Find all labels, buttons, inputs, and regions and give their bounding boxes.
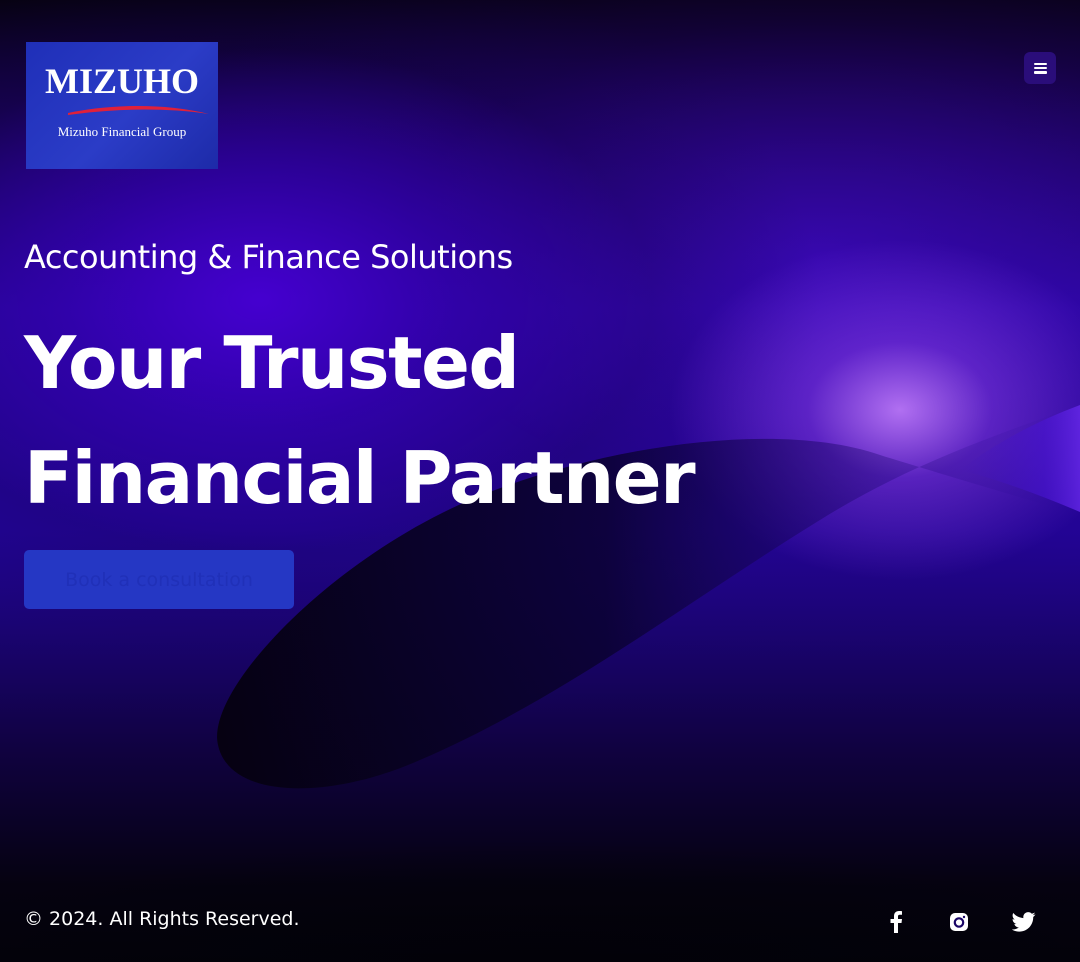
menu-button[interactable]	[1024, 52, 1056, 84]
logo-swoosh-icon	[68, 105, 209, 115]
book-consultation-button[interactable]: Book a consultation	[24, 550, 294, 609]
hamburger-menu-icon	[1033, 62, 1047, 74]
hero-headline: Your Trusted Financial Partner	[24, 306, 696, 536]
copyright-text: © 2024. All Rights Reserved.	[24, 908, 300, 930]
twitter-link[interactable]	[1008, 906, 1040, 938]
hero-subtitle: Accounting & Finance Solutions	[24, 238, 513, 276]
mizuho-logo[interactable]: MIZUHO Mizuho Financial Group	[26, 42, 218, 169]
facebook-icon	[890, 911, 902, 933]
instagram-link[interactable]	[943, 906, 975, 938]
logo-wordmark: MIZUHO	[44, 61, 199, 101]
hero-page: MIZUHO Mizuho Financial Group Accounting…	[0, 0, 1080, 962]
twitter-icon	[1012, 912, 1036, 932]
logo-subtitle: Mizuho Financial Group	[57, 124, 187, 139]
instagram-icon	[950, 913, 968, 931]
headline-line-2: Financial Partner	[24, 436, 696, 520]
facebook-link[interactable]	[880, 906, 912, 938]
headline-line-1: Your Trusted	[24, 321, 520, 405]
